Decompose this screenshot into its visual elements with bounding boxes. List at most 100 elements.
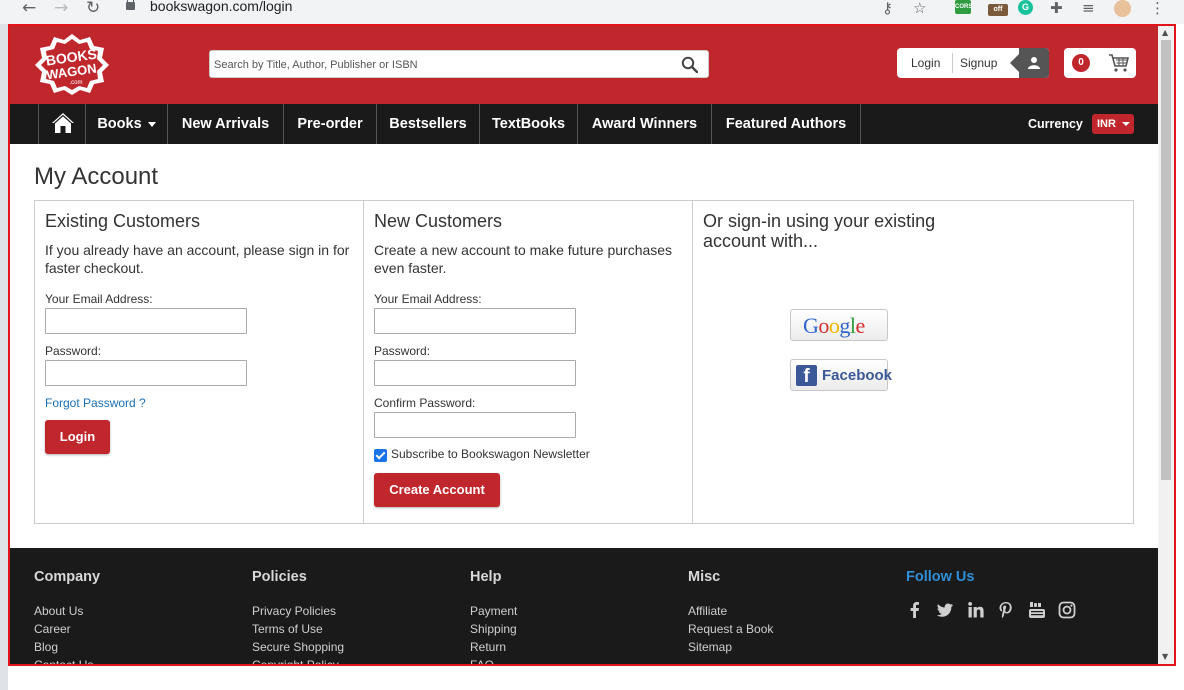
scroll-up-arrow-icon[interactable]: ▲: [1162, 28, 1168, 37]
url-text[interactable]: bookswagon.com/login: [150, 0, 292, 14]
facebook-icon[interactable]: [906, 601, 924, 619]
auth-divider: [952, 53, 953, 73]
footer-heading-policies: Policies: [252, 569, 307, 585]
cors-extension-icon[interactable]: CORS: [955, 0, 972, 14]
footer-column-misc: Misc Affiliate Request a Book Sitemap: [688, 569, 773, 656]
footer-link-secure-shopping[interactable]: Secure Shopping: [252, 638, 344, 656]
extensions-puzzle-icon[interactable]: ✚: [1050, 0, 1063, 17]
register-email-label: Your Email Address:: [374, 292, 482, 306]
scrollbar-thumb[interactable]: [1161, 40, 1171, 480]
nav-textbooks[interactable]: TextBooks: [480, 104, 578, 144]
newsletter-label[interactable]: Subscribe to Bookswagon Newsletter: [391, 447, 590, 461]
chevron-down-icon: [147, 121, 156, 127]
bookswagon-logo[interactable]: BOOKS WAGON .com: [34, 32, 110, 96]
footer-link-sitemap[interactable]: Sitemap: [688, 638, 773, 656]
footer-column-company: Company About Us Career Blog Contact Us: [34, 569, 101, 664]
forgot-password-link[interactable]: Forgot Password ?: [45, 396, 146, 410]
footer-heading-company: Company: [34, 569, 101, 585]
background-window-strip: [0, 24, 8, 690]
forward-arrow-icon[interactable]: →: [54, 0, 68, 18]
footer-link-affiliate[interactable]: Affiliate: [688, 602, 773, 620]
footer-heading-follow-us: Follow Us: [906, 569, 975, 585]
nav-bestsellers[interactable]: Bestsellers: [377, 104, 480, 144]
bookmark-star-icon[interactable]: ☆: [913, 0, 926, 17]
pinterest-icon[interactable]: [997, 601, 1015, 619]
grammarly-icon[interactable]: G: [1018, 0, 1033, 15]
existing-customers-description: If you already have an account, please s…: [45, 242, 350, 276]
logo-text-domain: .com: [69, 80, 82, 86]
footer-link-privacy-policies[interactable]: Privacy Policies: [252, 602, 344, 620]
footer-link-about-us[interactable]: About Us: [34, 602, 100, 620]
footer-link-return[interactable]: Return: [470, 638, 517, 656]
footer-link-copyright-policy[interactable]: Copyright Policy: [252, 656, 344, 664]
linkedin-icon[interactable]: [967, 601, 985, 619]
footer-link-faq[interactable]: FAQ: [470, 656, 517, 664]
footer-link-contact-us[interactable]: Contact Us: [34, 656, 100, 664]
new-customers-heading: New Customers: [374, 211, 503, 231]
login-button[interactable]: Login: [45, 420, 110, 454]
social-signin-heading: Or sign-in using your existing account w…: [703, 211, 936, 251]
footer-heading-misc: Misc: [688, 569, 721, 585]
auth-box: Login Signup: [897, 48, 1049, 78]
instagram-icon[interactable]: [1058, 601, 1076, 619]
lock-icon: [126, 0, 135, 10]
confirm-password-field[interactable]: [374, 412, 576, 438]
scroll-down-arrow-icon[interactable]: ▼: [1162, 652, 1168, 661]
footer-link-request-a-book[interactable]: Request a Book: [688, 620, 773, 638]
header-signup-link[interactable]: Signup: [960, 56, 997, 70]
footer-column-follow: Follow Us: [906, 569, 1106, 619]
nav-award-winners[interactable]: Award Winners: [578, 104, 712, 144]
nav-new-arrivals[interactable]: New Arrivals: [168, 104, 284, 144]
search-box: [209, 50, 709, 78]
browser-menu-icon[interactable]: ⋮: [1150, 0, 1165, 17]
footer-link-payment[interactable]: Payment: [470, 602, 517, 620]
back-arrow-icon[interactable]: ←: [22, 0, 36, 18]
nav-pre-order[interactable]: Pre-order: [284, 104, 377, 144]
nav-home[interactable]: [38, 104, 86, 144]
facebook-signin-button[interactable]: f Facebook: [790, 359, 892, 391]
footer-link-career[interactable]: Career: [34, 620, 100, 638]
header-login-link[interactable]: Login: [911, 56, 940, 70]
account-panel: Existing Customers If you already have a…: [34, 200, 1134, 524]
register-password-field[interactable]: [374, 360, 576, 386]
page-title: My Account: [34, 163, 159, 190]
create-account-button[interactable]: Create Account: [374, 473, 500, 507]
register-email-field[interactable]: [374, 308, 576, 334]
footer-column-policies: Policies Privacy Policies Terms of Use S…: [252, 569, 344, 664]
shopping-cart-icon: [1109, 54, 1130, 72]
footer-link-terms-of-use[interactable]: Terms of Use: [252, 620, 344, 638]
nav-books[interactable]: Books: [86, 104, 168, 144]
cart-count-badge: 0: [1072, 54, 1090, 72]
page-viewport: BOOKS WAGON .com Login Signup 0: [8, 24, 1176, 666]
youtube-icon[interactable]: [1028, 601, 1046, 619]
nav-featured-authors[interactable]: Featured Authors: [712, 104, 861, 144]
media-queue-icon[interactable]: ≡: [1082, 0, 1095, 17]
cart-button[interactable]: 0: [1064, 48, 1136, 78]
search-input[interactable]: [214, 55, 664, 75]
google-logo: Google: [803, 313, 865, 338]
site-header: BOOKS WAGON .com Login Signup 0: [10, 26, 1160, 104]
currency-label: Currency: [1028, 117, 1083, 131]
footer-heading-help: Help: [470, 569, 502, 585]
login-password-label: Password:: [45, 344, 102, 358]
new-customers-description: Create a new account to make future purc…: [374, 242, 673, 276]
profile-avatar-icon[interactable]: [1114, 0, 1131, 17]
twitter-icon[interactable]: [936, 601, 954, 619]
search-icon[interactable]: [681, 56, 698, 73]
currency-select[interactable]: INR: [1092, 114, 1134, 134]
login-email-field[interactable]: [45, 308, 247, 334]
newsletter-checkbox[interactable]: [374, 449, 387, 462]
address-bar[interactable]: bookswagon.com/login: [116, 0, 946, 20]
off-extension-icon[interactable]: off: [988, 4, 1008, 16]
reload-icon[interactable]: ↻: [86, 0, 100, 18]
login-password-field[interactable]: [45, 360, 247, 386]
footer-link-shipping[interactable]: Shipping: [470, 620, 517, 638]
page-scrollbar[interactable]: ▲ ▼: [1158, 26, 1174, 664]
existing-customers-heading: Existing Customers: [45, 211, 201, 231]
user-icon: [1028, 57, 1040, 69]
google-signin-button[interactable]: Google: [790, 309, 888, 341]
footer-link-blog[interactable]: Blog: [34, 638, 100, 656]
existing-customers-section: Existing Customers If you already have a…: [35, 201, 364, 523]
key-icon[interactable]: ⚷: [882, 0, 893, 17]
user-account-button[interactable]: [1010, 48, 1049, 78]
